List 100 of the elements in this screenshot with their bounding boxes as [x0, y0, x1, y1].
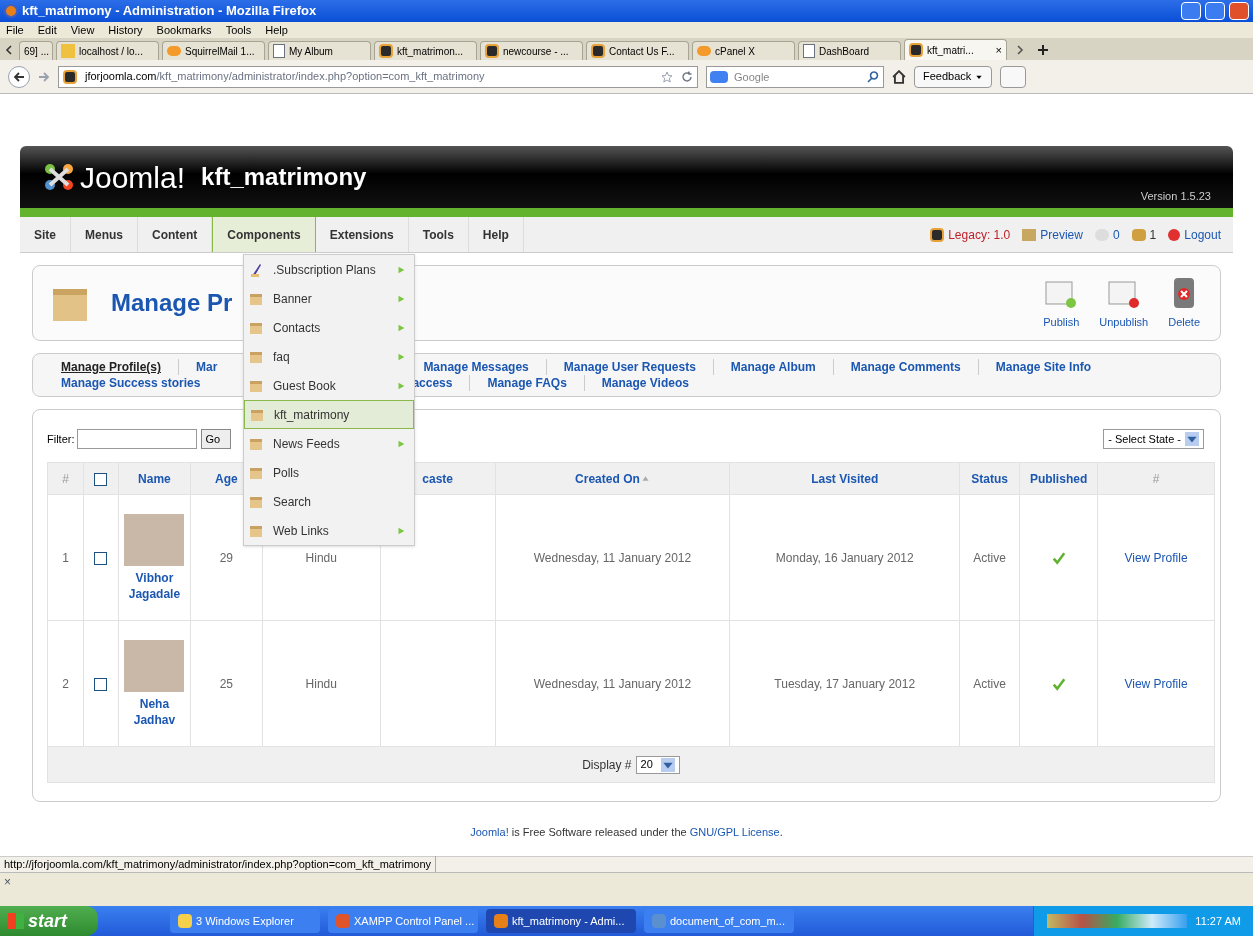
- submenu-link[interactable]: Manage Profile(s): [61, 359, 162, 375]
- box-icon: [249, 465, 263, 480]
- restore-button[interactable]: [1205, 2, 1225, 20]
- home-icon[interactable]: [892, 69, 906, 84]
- submenu-link[interactable]: Manage FAQs: [487, 375, 567, 391]
- start-button[interactable]: start: [0, 906, 98, 936]
- submenu-link[interactable]: Manage Comments: [850, 359, 961, 375]
- browser-tab[interactable]: localhost / lo...: [56, 41, 159, 60]
- column-header[interactable]: Age: [215, 469, 238, 488]
- table-cell: Active: [973, 676, 1006, 691]
- star-icon[interactable]: [661, 70, 673, 83]
- admin-menu-item[interactable]: Site: [20, 217, 71, 252]
- admin-menu-item[interactable]: Components: [212, 217, 316, 252]
- dropdown-item[interactable]: Contacts: [244, 313, 414, 342]
- filter-label: Filter:: [47, 431, 75, 447]
- menu-item[interactable]: Edit: [37, 21, 57, 39]
- submenu-link[interactable]: Manage Album: [730, 359, 816, 375]
- submenu-link[interactable]: Mar: [196, 359, 218, 375]
- address-field[interactable]: jforjoomla.com/kft_matrimony/administrator/index.php?option=com_kft_matrimony: [58, 65, 698, 88]
- view-profile-link[interactable]: View Profile: [1124, 550, 1188, 565]
- toolbar-button[interactable]: Unpublish: [1095, 279, 1153, 331]
- dropdown-item[interactable]: News Feeds: [244, 429, 414, 458]
- admin-menu-item[interactable]: Tools: [408, 217, 469, 252]
- browser-tab[interactable]: kft_matrimon...: [374, 41, 477, 60]
- search-icon[interactable]: [867, 70, 879, 83]
- back-button[interactable]: [8, 65, 30, 88]
- photo-placeholder: [124, 513, 185, 566]
- scroll-right-icon[interactable]: [1014, 44, 1026, 56]
- admin-menu-item[interactable]: Help: [468, 217, 524, 252]
- submenu-arrow-icon: [396, 351, 406, 362]
- taskbar-button[interactable]: XAMPP Control Panel ...: [328, 909, 478, 933]
- menu-item[interactable]: History: [108, 21, 143, 39]
- menu-item[interactable]: View: [70, 21, 95, 39]
- browser-tab[interactable]: cPanel X: [692, 41, 795, 60]
- column-header[interactable]: Last Visited: [811, 469, 879, 488]
- toolbar-button[interactable]: Publish: [1039, 279, 1084, 331]
- browser-tab[interactable]: DashBoard: [798, 41, 901, 60]
- new-tab-icon[interactable]: [1037, 44, 1049, 56]
- footer-link[interactable]: GNU/GPL License: [689, 824, 780, 841]
- admin-menu-item[interactable]: Extensions: [315, 217, 409, 252]
- taskbar-button[interactable]: document_of_com_m...: [644, 909, 794, 933]
- messages-count[interactable]: 0: [1094, 225, 1120, 244]
- go-button[interactable]: Go: [200, 429, 231, 449]
- minimize-button[interactable]: [1181, 2, 1201, 20]
- toolbar-button[interactable]: Delete: [1164, 275, 1204, 331]
- dropdown-item[interactable]: Polls: [244, 458, 414, 487]
- taskbar-button[interactable]: 3 Windows Explorer: [170, 909, 320, 933]
- column-header[interactable]: Created On: [575, 469, 650, 488]
- dropdown-item[interactable]: Web Links: [244, 516, 414, 545]
- view-profile-link[interactable]: View Profile: [1124, 676, 1188, 691]
- taskbar-button[interactable]: kft_matrimony - Admi...: [486, 909, 636, 933]
- menu-item[interactable]: Tools: [225, 21, 252, 39]
- dropdown-item[interactable]: Search: [244, 487, 414, 516]
- menu-item[interactable]: Bookmarks: [156, 21, 212, 39]
- find-close-button[interactable]: ×: [4, 873, 11, 891]
- browser-tab[interactable]: Contact Us F...: [586, 41, 689, 60]
- logout-icon: [1168, 228, 1181, 241]
- browser-tab[interactable]: kft_matri... ×: [904, 39, 1007, 60]
- row-checkbox[interactable]: [94, 551, 108, 565]
- filter-field[interactable]: [76, 429, 197, 449]
- footer-link[interactable]: Joomla!: [470, 824, 509, 841]
- dropdown-item[interactable]: kft_matrimony: [244, 400, 414, 429]
- menu-item[interactable]: Help: [265, 21, 288, 39]
- menu-item[interactable]: File: [6, 21, 24, 39]
- display-select[interactable]: 20: [635, 755, 680, 774]
- joomla-favicon-icon: [591, 44, 605, 58]
- submenu-link[interactable]: Manage User Requests: [563, 359, 696, 375]
- submenu-link[interactable]: Manage Messages: [423, 359, 529, 375]
- box-icon: [249, 291, 263, 306]
- published-check-icon[interactable]: [1051, 550, 1066, 565]
- submenu-link[interactable]: Manage Videos: [601, 375, 689, 391]
- clock: 11:27 AM: [1195, 913, 1241, 929]
- box-icon: [249, 436, 263, 451]
- browser-tab[interactable]: SquirrelMail 1...: [162, 41, 265, 60]
- browser-tab[interactable]: 69] ...: [19, 41, 53, 60]
- row-checkbox[interactable]: [94, 677, 108, 691]
- preview-link[interactable]: Preview: [1022, 225, 1083, 244]
- dropdown-item[interactable]: Banner: [244, 284, 414, 313]
- page-minus-icon: [1106, 279, 1141, 310]
- dropdown-item[interactable]: .Subscription Plans: [244, 255, 414, 284]
- published-check-icon[interactable]: [1051, 676, 1066, 691]
- state-select[interactable]: - Select State -: [1103, 429, 1204, 449]
- users-count[interactable]: 1: [1131, 225, 1157, 244]
- close-button[interactable]: [1229, 2, 1249, 20]
- browser-tab[interactable]: newcourse - ...: [480, 41, 583, 60]
- logout-link[interactable]: Logout: [1168, 225, 1221, 244]
- select-all-checkbox[interactable]: [94, 472, 108, 486]
- dropdown-item[interactable]: Guest Book: [244, 371, 414, 400]
- reload-icon[interactable]: [681, 70, 693, 83]
- dropdown-item[interactable]: faq: [244, 342, 414, 371]
- admin-menu-item[interactable]: Menus: [71, 217, 139, 252]
- search-field[interactable]: Google: [706, 65, 884, 88]
- submenu-link[interactable]: Manage Site Info: [995, 359, 1092, 375]
- column-header[interactable]: caste: [422, 469, 453, 488]
- submenu-link[interactable]: Manage Success stories: [61, 375, 201, 391]
- feedback-button[interactable]: Feedback: [914, 65, 993, 88]
- table-cell: Monday, 16 January 2012: [775, 550, 914, 565]
- row-number: 1: [62, 550, 69, 565]
- tab-close-icon[interactable]: ×: [995, 41, 1002, 59]
- browser-tab[interactable]: My Album: [268, 41, 371, 60]
